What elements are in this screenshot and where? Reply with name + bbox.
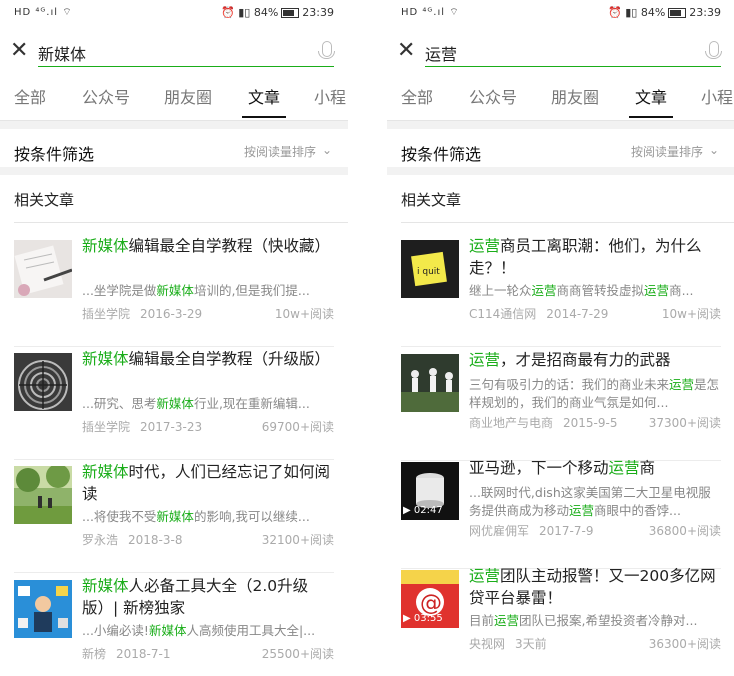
separator	[387, 167, 734, 175]
signal-icons: HD ⁴ᴳ.ıl ⌔	[14, 7, 73, 18]
tab-moments[interactable]: 朋友圈	[551, 84, 599, 108]
sort-dropdown[interactable]: 按阅读量排序	[244, 143, 316, 160]
article-meta: 插坐学院 2017-3-23 69700+阅读	[82, 420, 334, 434]
divider	[14, 222, 348, 223]
article-meta: C114通信网 2014-7-29 10w+阅读	[469, 307, 721, 321]
tai-chi-photo	[401, 354, 459, 412]
article-snippet: 继上一轮众运营商商管转投虚拟运营商...	[469, 283, 694, 298]
search-input[interactable]: 运营	[425, 41, 457, 65]
sort-dropdown[interactable]: 按阅读量排序	[631, 143, 703, 160]
close-icon[interactable]: ✕	[10, 38, 28, 63]
news-video[interactable]: @ ▶ 03:55	[401, 570, 459, 628]
article-snippet: ...研究、思考新媒体行业,现在重新编辑...	[82, 396, 310, 411]
article-meta: 商业地产与电商 2015-9-5 37300+阅读	[469, 416, 721, 430]
separator	[387, 121, 734, 129]
filter-label[interactable]: 按条件筛选	[14, 141, 94, 165]
section-title: 相关文章	[401, 191, 462, 209]
separator	[0, 167, 348, 175]
tab-bar: 全部 公众号 朋友圈 文章 小程	[0, 72, 348, 121]
article-meta: 插坐学院 2016-3-29 10w+阅读	[82, 307, 334, 321]
tab-bar: 全部 公众号 朋友圈 文章 小程	[387, 72, 734, 121]
status-bar: HD ⁴ᴳ.ıl ⌔ ⏰ ▮▯ 84% 23:39	[387, 0, 734, 26]
article-snippet: ...联网时代,dish这家美国第二大卫星电视服务提供商成为移动运营商眼中的香饽…	[469, 485, 711, 518]
battery-icon	[281, 8, 300, 18]
active-tab-indicator	[242, 116, 286, 118]
tab-mini-programs[interactable]: 小程	[701, 84, 733, 108]
tree-rings-photo	[14, 353, 72, 411]
video-duration: ▶ 02:47	[403, 505, 443, 516]
clock: 23:39	[302, 6, 334, 19]
article-item[interactable]: @ ▶ 03:55 运营团队主动报警！又一200多亿网贷平台暴雷！ 目前运营团队…	[401, 567, 721, 676]
tab-moments[interactable]: 朋友圈	[164, 84, 212, 108]
article-meta: 新榜 2018-7-1 25500+阅读	[82, 647, 334, 661]
article-title[interactable]: 运营，才是招商最有力的武器	[469, 349, 721, 371]
article-snippet: ...坐学院是做新媒体培训的,但是我们提...	[82, 283, 310, 298]
article-item[interactable]: i quit 运营商员工离职潮：他们，为什么走？！ 继上一轮众运营商商管转投虚拟…	[401, 237, 721, 347]
section-title: 相关文章	[14, 191, 75, 209]
chevron-down-icon[interactable]: ⌄	[322, 143, 332, 157]
active-tab-indicator	[629, 116, 673, 118]
left-screen: HD ⁴ᴳ.ıl ⌔ ⏰ ▮▯ 84% 23:39 ✕ 新媒体 全部 公众号 朋友…	[0, 0, 348, 676]
microphone-icon[interactable]	[318, 41, 335, 59]
article-meta: 网优雇佣军 2017-7-9 36800+阅读	[469, 524, 721, 538]
right-screen: HD ⁴ᴳ.ıl ⌔ ⏰ ▮▯ 84% 23:39 ✕ 运营 全部 公众号 朋友圈…	[387, 0, 734, 676]
tab-all[interactable]: 全部	[14, 84, 46, 108]
article-snippet: ...小编必读!新媒体人高频使用工具大全|...	[82, 623, 316, 638]
tab-articles[interactable]: 文章	[248, 84, 280, 108]
tab-all[interactable]: 全部	[401, 84, 433, 108]
article-meta: 央视网 3天前 36300+阅读	[469, 637, 721, 651]
article-item[interactable]: ▶ 02:47 亚马逊，下一个移动运营商 ...联网时代,dish这家美国第二大…	[401, 459, 721, 569]
search-underline	[38, 66, 334, 67]
article-title[interactable]: 亚马逊，下一个移动运营商	[469, 457, 721, 479]
article-item[interactable]: 新媒体时代，人们已经忘记了如何阅读 ...将使我不受新媒体的影响,我可以继续..…	[14, 463, 334, 573]
search-underline	[425, 66, 721, 67]
park-photo	[14, 466, 72, 524]
divider	[401, 222, 734, 223]
notebook-photo	[14, 240, 72, 298]
chevron-down-icon[interactable]: ⌄	[709, 143, 719, 157]
echo-speaker-video[interactable]: ▶ 02:47	[401, 462, 459, 520]
article-snippet: ...将使我不受新媒体的影响,我可以继续...	[82, 509, 310, 524]
video-duration: ▶ 03:55	[403, 613, 443, 624]
clock: 23:39	[689, 6, 721, 19]
article-item[interactable]: 新媒体编辑最全自学教程（快收藏） ...坐学院是做新媒体培训的,但是我们提...…	[14, 237, 334, 347]
article-title[interactable]: 新媒体编辑最全自学教程（升级版）	[82, 348, 334, 370]
search-bar: ✕ 新媒体	[0, 34, 348, 70]
tab-articles[interactable]: 文章	[635, 84, 667, 108]
status-icons: ⏰ ▮▯ 84%	[221, 6, 279, 19]
article-title[interactable]: 运营团队主动报警！又一200多亿网贷平台暴雷！	[469, 565, 721, 609]
search-bar: ✕ 运营	[387, 34, 734, 70]
status-icons: ⏰ ▮▯ 84%	[608, 6, 666, 19]
microphone-icon[interactable]	[705, 41, 722, 59]
article-item[interactable]: 新媒体人必备工具大全（2.0升级版）| 新榜独家 ...小编必读!新媒体人高频使…	[14, 577, 334, 676]
article-snippet: 目前运营团队已报案,希望投资者冷静对...	[469, 613, 698, 628]
article-meta: 罗永浩 2018-3-8 32100+阅读	[82, 533, 334, 547]
tab-official-accounts[interactable]: 公众号	[82, 84, 130, 108]
tools-illustration	[14, 580, 72, 638]
search-input[interactable]: 新媒体	[38, 41, 86, 65]
status-bar: HD ⁴ᴳ.ıl ⌔ ⏰ ▮▯ 84% 23:39	[0, 0, 348, 26]
article-snippet: 三句有吸引力的话：我们的商业未来运营是怎样规划的，我们的商业气氛是如何...	[469, 377, 720, 410]
article-title[interactable]: 运营商员工离职潮：他们，为什么走？！	[469, 235, 721, 279]
tab-mini-programs[interactable]: 小程	[314, 84, 346, 108]
signal-icons: HD ⁴ᴳ.ıl ⌔	[401, 7, 460, 18]
close-icon[interactable]: ✕	[397, 38, 415, 63]
filter-label[interactable]: 按条件筛选	[401, 141, 481, 165]
article-title[interactable]: 新媒体时代，人们已经忘记了如何阅读	[82, 461, 334, 505]
battery-icon	[668, 8, 687, 18]
sticky-note-text: i quit	[417, 267, 440, 277]
article-title[interactable]: 新媒体人必备工具大全（2.0升级版）| 新榜独家	[82, 575, 334, 619]
tab-official-accounts[interactable]: 公众号	[469, 84, 517, 108]
separator	[0, 121, 348, 129]
sticky-note-photo: i quit	[401, 240, 459, 298]
article-item[interactable]: 运营，才是招商最有力的武器 三句有吸引力的话：我们的商业未来运营是怎样规划的，我…	[401, 351, 721, 461]
article-title[interactable]: 新媒体编辑最全自学教程（快收藏）	[82, 235, 334, 257]
article-item[interactable]: 新媒体编辑最全自学教程（升级版） ...研究、思考新媒体行业,现在重新编辑...…	[14, 350, 334, 460]
